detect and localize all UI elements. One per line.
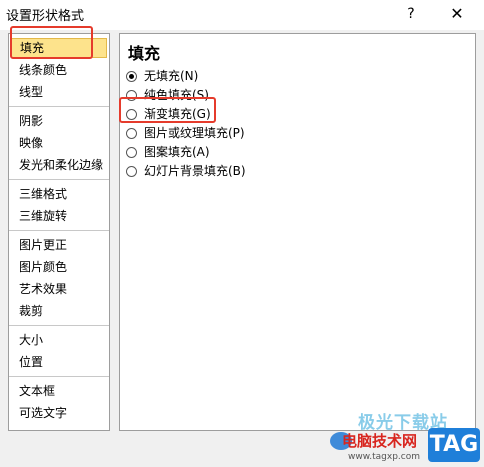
option-label: 渐变填充(G)	[144, 107, 211, 121]
option-solid-fill[interactable]: 纯色填充(S)	[126, 86, 246, 105]
sidebar-item-3d-format[interactable]: 三维格式	[11, 184, 107, 204]
option-no-fill[interactable]: 无填充(N)	[126, 67, 246, 86]
option-label: 纯色填充(S)	[144, 88, 209, 102]
fill-panel: 填充 无填充(N) 纯色填充(S) 渐变填充(G) 图片或纹理填充(P) 图案填…	[119, 33, 476, 431]
option-label: 图案填充(A)	[144, 145, 210, 159]
radio-icon[interactable]	[126, 147, 137, 158]
sidebar-item-artistic-effects[interactable]: 艺术效果	[11, 279, 107, 299]
watermark: 极光下载站 电脑技术网 www.tagxp.com TAG	[324, 408, 484, 467]
watermark-site-name: 电脑技术网	[342, 432, 418, 450]
radio-icon[interactable]	[126, 128, 137, 139]
radio-icon-checked[interactable]	[126, 71, 137, 82]
sidebar-item-line-color[interactable]: 线条颜色	[11, 60, 107, 80]
sidebar-item-size[interactable]: 大小	[11, 330, 107, 350]
category-sidebar: 填充 线条颜色 线型 阴影 映像 发光和柔化边缘 三维格式 三维旋转 图片更正 …	[8, 33, 110, 431]
option-gradient-fill[interactable]: 渐变填充(G)	[126, 105, 246, 124]
option-label: 图片或纹理填充(P)	[144, 126, 245, 140]
fill-options: 无填充(N) 纯色填充(S) 渐变填充(G) 图片或纹理填充(P) 图案填充(A…	[126, 67, 246, 181]
sidebar-group: 填充 线条颜色 线型	[9, 34, 109, 107]
sidebar-item-picture-color[interactable]: 图片颜色	[11, 257, 107, 277]
sidebar-item-fill[interactable]: 填充	[11, 38, 107, 58]
sidebar-item-picture-corrections[interactable]: 图片更正	[11, 235, 107, 255]
sidebar-item-position[interactable]: 位置	[11, 352, 107, 372]
title-bar: 设置形状格式 ? ✕	[0, 0, 484, 30]
watermark-url: www.tagxp.com	[348, 452, 420, 462]
sidebar-item-glow-soft-edges[interactable]: 发光和柔化边缘	[11, 155, 107, 175]
sidebar-item-crop[interactable]: 裁剪	[11, 301, 107, 321]
sidebar-item-3d-rotation[interactable]: 三维旋转	[11, 206, 107, 226]
sidebar-item-line-style[interactable]: 线型	[11, 82, 107, 102]
sidebar-item-text-box[interactable]: 文本框	[11, 381, 107, 401]
sidebar-item-alt-text[interactable]: 可选文字	[11, 403, 107, 423]
sidebar-group: 文本框 可选文字	[9, 377, 109, 427]
sidebar-item-reflection[interactable]: 映像	[11, 133, 107, 153]
close-button[interactable]: ✕	[443, 3, 471, 25]
panel-title: 填充	[128, 44, 161, 63]
help-button[interactable]: ?	[397, 3, 425, 25]
watermark-tag-badge: TAG	[428, 428, 480, 462]
radio-icon[interactable]	[126, 166, 137, 177]
sidebar-item-shadow[interactable]: 阴影	[11, 111, 107, 131]
option-slide-background-fill[interactable]: 幻灯片背景填充(B)	[126, 162, 246, 181]
sidebar-group: 阴影 映像 发光和柔化边缘	[9, 107, 109, 180]
sidebar-group: 图片更正 图片颜色 艺术效果 裁剪	[9, 231, 109, 326]
option-pattern-fill[interactable]: 图案填充(A)	[126, 143, 246, 162]
sidebar-group: 三维格式 三维旋转	[9, 180, 109, 231]
option-picture-texture-fill[interactable]: 图片或纹理填充(P)	[126, 124, 246, 143]
option-label: 幻灯片背景填充(B)	[144, 164, 246, 178]
radio-icon[interactable]	[126, 109, 137, 120]
option-label: 无填充(N)	[144, 69, 199, 83]
sidebar-group: 大小 位置	[9, 326, 109, 377]
dialog-title: 设置形状格式	[6, 9, 85, 24]
radio-icon[interactable]	[126, 90, 137, 101]
